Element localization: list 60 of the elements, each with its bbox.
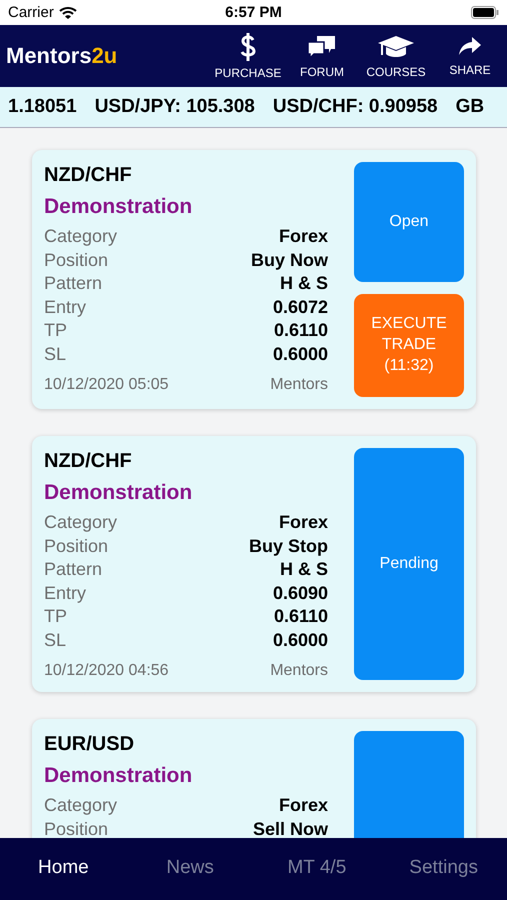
field-value: Sell Now	[252, 818, 328, 838]
field-label: Category	[44, 512, 118, 534]
ticker-quote: GB	[456, 96, 484, 118]
field-value: Buy Stop	[249, 536, 328, 557]
status-button[interactable]: Pending	[354, 448, 464, 680]
field-label: Entry	[44, 582, 86, 604]
field-label: Position	[44, 250, 108, 271]
header-action-button[interactable]: COURSES	[359, 33, 433, 79]
header-action-button[interactable]: FORUM	[285, 33, 359, 79]
field-value: H & S	[280, 273, 328, 294]
currency-pair: NZD/CHF	[44, 450, 133, 473]
field-value: 0.6110	[274, 320, 328, 342]
field-value: 0.6000	[272, 344, 328, 365]
field-label: Pattern	[44, 273, 102, 294]
dollar-icon	[239, 32, 257, 62]
field-value: Buy Now	[250, 250, 328, 271]
field-value: Forex	[278, 795, 328, 816]
header-action-button[interactable]: SHARE	[433, 35, 507, 77]
status-button[interactable]: Open	[354, 162, 464, 282]
tab[interactable]: MT 4/5	[254, 856, 380, 880]
field-label: Category	[44, 226, 118, 248]
field-value: 0.6000	[272, 630, 328, 651]
header-action-button[interactable]: PURCHASE	[211, 32, 285, 80]
field-value: Forex	[278, 226, 328, 248]
status-button[interactable]	[354, 731, 464, 838]
signal-type: Demonstration	[44, 195, 194, 219]
field-label: SL	[44, 344, 66, 365]
signal-type: Demonstration	[44, 481, 194, 505]
field-value: 0.6072	[272, 296, 328, 318]
field-label: Position	[44, 536, 108, 557]
field-value: H & S	[280, 559, 328, 580]
ticker-quote: 1.18051	[8, 96, 77, 118]
ticker-quote: USD/CHF: 0.90958	[272, 96, 438, 118]
currency-pair: EUR/USD	[44, 733, 136, 756]
execute-trade-button[interactable]: EXECUTE TRADE (11:32)	[354, 294, 464, 397]
signal-author: Mentors	[270, 662, 328, 680]
field-label: Entry	[44, 296, 86, 318]
field-label: Pattern	[44, 559, 102, 580]
battery-icon	[471, 6, 500, 19]
tab[interactable]: News	[126, 856, 254, 880]
ticker-quote: USD/JPY: 105.308	[94, 96, 255, 118]
app-logo: Mentors2u	[6, 43, 118, 69]
field-label: TP	[44, 606, 68, 628]
field-value: 0.6090	[272, 582, 328, 604]
field-label: SL	[44, 630, 66, 651]
carrier-name: Carrier	[8, 4, 54, 21]
wifi-icon	[58, 6, 77, 19]
tab[interactable]: Settings	[380, 856, 507, 880]
signal-date: 10/12/2020 04:56	[44, 662, 169, 680]
field-label: Category	[44, 795, 118, 816]
clock-time: 6:57 PM	[225, 4, 282, 21]
tab[interactable]: Home	[0, 856, 127, 880]
signal-author: Mentors	[270, 376, 328, 394]
field-value: Forex	[278, 512, 328, 534]
field-value: 0.6110	[274, 606, 328, 628]
signal-type: Demonstration	[44, 764, 194, 788]
signal-date: 10/12/2020 05:05	[44, 376, 169, 394]
currency-pair: NZD/CHF	[44, 164, 133, 187]
field-label: Position	[44, 818, 108, 838]
field-label: TP	[44, 320, 68, 342]
